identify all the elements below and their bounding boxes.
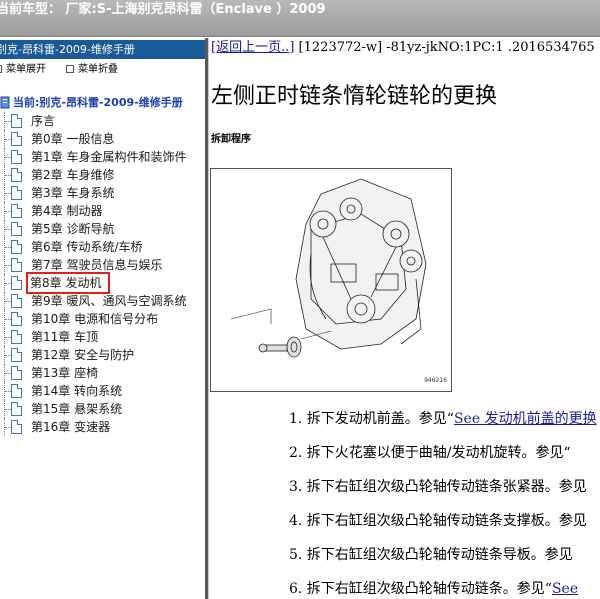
tree-item-label: 第15章 悬架系统 xyxy=(31,402,123,416)
document-icon xyxy=(11,384,22,398)
document-icon xyxy=(11,312,22,326)
engine-drawing xyxy=(230,178,427,358)
tree-item[interactable]: 第7章 驾驶员信息与娱乐 xyxy=(0,256,205,274)
window-title-bar: 当前车型： 厂家:S-上海别克昂科雷（Enclave ）2009 xyxy=(0,0,600,37)
document-icon xyxy=(11,222,22,236)
panel-toolbar: 菜单展开 菜单折叠 xyxy=(0,61,205,79)
tree-item[interactable]: 第12章 安全与防护 xyxy=(0,346,205,364)
document-icon xyxy=(11,132,22,146)
tree-item-label: 第13章 座椅 xyxy=(31,366,99,380)
document-icon xyxy=(11,114,22,128)
current-vehicle-label: 当前车型： 厂家:S-上海别克昂科雷（Enclave ）2009 xyxy=(0,2,326,17)
step-text: 4. 拆下右缸组次级凸轮轴传动链条支撑板。参见 xyxy=(289,513,587,529)
document-icon xyxy=(11,348,22,362)
book-icon xyxy=(0,96,10,109)
tree-item[interactable]: 第14章 转向系统 xyxy=(0,382,205,400)
document-icon xyxy=(11,276,22,290)
panel-header: 别克-昂科雷-2009-维修手册 xyxy=(0,40,205,59)
tree-item-label: 第12章 安全与防护 xyxy=(31,348,135,362)
document-icon xyxy=(11,150,22,164)
tree-item[interactable]: 第15章 悬架系统 xyxy=(0,400,205,418)
document-icon xyxy=(11,330,22,344)
procedure-step: 6. 拆下右缸组次级凸轮轴传动链条。参见“See xyxy=(289,578,578,599)
step-link[interactable]: See xyxy=(552,581,578,597)
tree-item-label: 第0章 一般信息 xyxy=(31,132,115,146)
tree-item-label: 第4章 制动器 xyxy=(31,204,103,218)
document-icon xyxy=(11,294,22,308)
tree-item-label: 第11章 车顶 xyxy=(31,330,99,344)
tree-item[interactable]: 第9章 暖风、通风与空调系统 xyxy=(0,292,205,310)
tree-item-label: 第9章 暖风、通风与空调系统 xyxy=(31,294,187,308)
tree-item-label: 第14章 转向系统 xyxy=(31,384,123,398)
procedure-step: 4. 拆下右缸组次级凸轮轴传动链条支撑板。参见 xyxy=(289,510,587,532)
document-icon xyxy=(11,240,22,254)
tree-item-label: 第5章 诊断导航 xyxy=(31,222,115,236)
tree-item[interactable]: 第11章 车顶 xyxy=(0,328,205,346)
step-text: 6. 拆下右缸组次级凸轮轴传动链条。参见“ xyxy=(289,581,552,597)
expand-menu-button[interactable]: 菜单展开 xyxy=(0,61,46,79)
step-text: 1. 拆下发动机前盖。参见“ xyxy=(289,411,454,427)
document-icon xyxy=(11,420,22,434)
document-icon xyxy=(11,366,22,380)
tree-item[interactable]: 第1章 车身金属构件和装饰件 xyxy=(0,148,205,166)
reference-line: [返回上一页..] [1223772-w] -81yz-jkNO:1PC:1 .… xyxy=(211,39,595,57)
tree-item[interactable]: 序言 xyxy=(0,112,205,130)
collapse-menu-label: 菜单折叠 xyxy=(78,64,118,75)
procedure-step: 2. 拆下火花塞以便于曲轴/发动机旋转。参见“ xyxy=(289,442,571,464)
document-icon xyxy=(11,186,22,200)
tree-item-label: 第1章 车身金属构件和装饰件 xyxy=(31,150,187,164)
procedure-step: 1. 拆下发动机前盖。参见“See 发动机前盖的更换 xyxy=(289,408,597,430)
section-heading: 拆卸程序 xyxy=(211,134,251,145)
tree-item[interactable]: 第5章 诊断导航 xyxy=(0,220,205,238)
tree-item-label: 第2章 车身维修 xyxy=(31,168,115,182)
expand-icon xyxy=(0,65,2,73)
tree-item[interactable]: 第16章 变速器 xyxy=(0,418,205,436)
tree-item-label: 第10章 电源和信号分布 xyxy=(31,312,159,326)
tree-item[interactable]: 第6章 传动系统/车桥 xyxy=(0,238,205,256)
step-link[interactable]: See 发动机前盖的更换 xyxy=(454,411,597,427)
expand-menu-label: 菜单展开 xyxy=(6,64,46,75)
document-icon xyxy=(11,204,22,218)
back-link[interactable]: [返回上一页..] xyxy=(211,40,294,55)
tree-item-label: 第16章 变速器 xyxy=(31,420,111,434)
step-text: 3. 拆下右缸组次级凸轮轴传动链条张紧器。参见 xyxy=(289,479,587,495)
document-icon xyxy=(11,402,22,416)
tree-item[interactable]: 第0章 一般信息 xyxy=(0,130,205,148)
tree-item-label: 第3章 车身系统 xyxy=(31,186,115,200)
tree-item-label: 第8章 发动机 xyxy=(25,272,111,294)
tree-item[interactable]: 第10章 电源和信号分布 xyxy=(0,310,205,328)
collapse-menu-button[interactable]: 菜单折叠 xyxy=(66,61,118,79)
document-icon xyxy=(11,168,22,182)
collapse-icon xyxy=(66,65,74,73)
navigation-panel: 别克-昂科雷-2009-维修手册 菜单展开 菜单折叠 当前:别克-昂科雷-200… xyxy=(0,38,205,599)
figure-number: 946216 xyxy=(424,377,447,384)
document-reference: [1223772-w] -81yz-jkNO:1PC:1 .2016534765 xyxy=(294,40,595,55)
procedure-step: 5. 拆下右缸组次级凸轮轴传动链条导板。参见 xyxy=(289,544,573,566)
tree-item-label: 序言 xyxy=(31,114,56,128)
document-view: [返回上一页..] [1223772-w] -81yz-jkNO:1PC:1 .… xyxy=(209,38,600,599)
engine-illustration: 946216 xyxy=(210,168,452,392)
page-title: 左侧正时链条惰轮链轮的更换 xyxy=(211,84,498,109)
procedure-step: 3. 拆下右缸组次级凸轮轴传动链条张紧器。参见 xyxy=(289,476,587,498)
tree-item[interactable]: 第4章 制动器 xyxy=(0,202,205,220)
document-icon xyxy=(11,258,22,272)
step-text: 5. 拆下右缸组次级凸轮轴传动链条导板。参见 xyxy=(289,547,573,563)
tree-item-label: 第7章 驾驶员信息与娱乐 xyxy=(31,258,163,272)
tree-item[interactable]: 第13章 座椅 xyxy=(0,364,205,382)
tree-item[interactable]: 第8章 发动机 xyxy=(0,272,205,294)
panel-header-title: 别克-昂科雷-2009-维修手册 xyxy=(0,43,135,56)
tree-item-label: 第6章 传动系统/车桥 xyxy=(31,240,143,254)
tree-item[interactable]: 第2章 车身维修 xyxy=(0,166,205,184)
tree-item[interactable]: 第3章 车身系统 xyxy=(0,184,205,202)
step-text: 2. 拆下火花塞以便于曲轴/发动机旋转。参见“ xyxy=(289,445,571,461)
tree-root-label: 当前:别克-昂科雷-2009-维修手册 xyxy=(13,96,183,109)
